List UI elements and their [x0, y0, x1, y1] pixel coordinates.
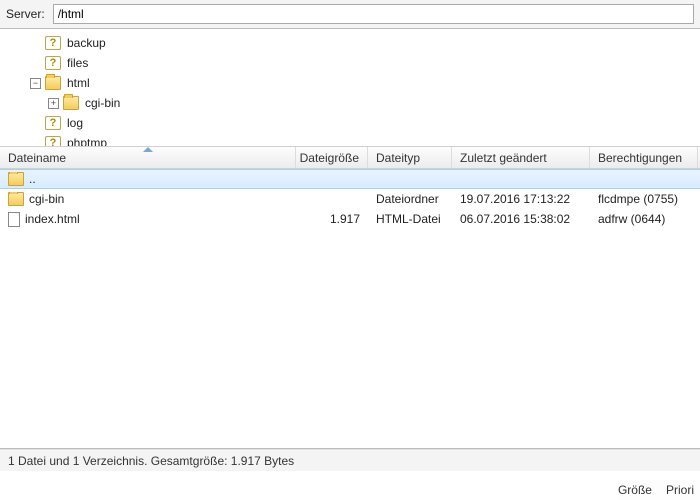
tree-item-label: files — [65, 56, 88, 70]
column-header-type[interactable]: Dateityp — [368, 147, 452, 168]
tree-item-files[interactable]: ? files — [2, 53, 700, 73]
tree-item-label: log — [65, 116, 83, 130]
folder-tree[interactable]: ? backup? files − html + cgi-bin? log? phptmp — [0, 29, 700, 147]
cell-size: 1.917 — [296, 212, 368, 226]
file-list: Dateiname Dateigröße Dateityp Zuletzt ge… — [0, 147, 700, 449]
file-row[interactable]: index.html 1.917HTML-Datei06.07.2016 15:3… — [0, 209, 700, 229]
tree-item-cgi-bin[interactable]: + cgi-bin — [2, 93, 700, 113]
tree-item-label: html — [65, 76, 90, 90]
file-list-header: Dateiname Dateigröße Dateityp Zuletzt ge… — [0, 147, 700, 169]
file-list-body[interactable]: .. cgi-bin Dateiordner19.07.2016 17:13:22f… — [0, 169, 700, 448]
column-header-name[interactable]: Dateiname — [0, 147, 296, 168]
cell-modified: 06.07.2016 15:38:02 — [452, 212, 590, 226]
footer-col-size: Größe — [618, 483, 652, 497]
status-bar: 1 Datei und 1 Verzeichnis. Gesamtgröße: … — [0, 449, 700, 471]
unknown-folder-icon: ? — [45, 56, 61, 70]
cell-perm: adfrw (0644) — [590, 212, 698, 226]
collapse-icon[interactable]: − — [30, 78, 41, 89]
folder-icon — [8, 192, 24, 206]
file-icon — [8, 212, 20, 227]
footer-columns: Größe Priori — [618, 480, 700, 500]
unknown-folder-icon: ? — [45, 116, 61, 130]
tree-item-html[interactable]: − html — [2, 73, 700, 93]
server-path-input[interactable] — [53, 4, 694, 24]
tree-item-label: phptmp — [65, 136, 107, 147]
folder-icon — [45, 76, 61, 90]
column-header-size[interactable]: Dateigröße — [296, 147, 368, 168]
tree-item-log[interactable]: ? log — [2, 113, 700, 133]
file-row[interactable]: .. — [0, 169, 700, 189]
tree-item-label: cgi-bin — [83, 96, 120, 110]
file-name: .. — [29, 172, 36, 186]
tree-item-label: backup — [65, 36, 106, 50]
column-header-modified[interactable]: Zuletzt geändert — [452, 147, 590, 168]
status-text: 1 Datei und 1 Verzeichnis. Gesamtgröße: … — [8, 454, 294, 468]
column-header-permissions[interactable]: Berechtigungen — [590, 147, 698, 168]
folder-icon — [8, 172, 24, 186]
server-label: Server: — [6, 7, 47, 21]
file-name: index.html — [25, 212, 80, 226]
tree-item-phptmp[interactable]: ? phptmp — [2, 133, 700, 147]
cell-perm: flcdmpe (0755) — [590, 192, 698, 206]
unknown-folder-icon: ? — [45, 36, 61, 50]
folder-icon — [63, 96, 79, 110]
cell-type: Dateiordner — [368, 192, 452, 206]
server-bar: Server: — [0, 0, 700, 29]
unknown-folder-icon: ? — [45, 136, 61, 147]
cell-type: HTML-Datei — [368, 212, 452, 226]
file-row[interactable]: cgi-bin Dateiordner19.07.2016 17:13:22flc… — [0, 189, 700, 209]
cell-modified: 19.07.2016 17:13:22 — [452, 192, 590, 206]
expand-icon[interactable]: + — [48, 98, 59, 109]
file-name: cgi-bin — [29, 192, 64, 206]
footer-col-priority: Priori — [666, 483, 694, 497]
tree-item-backup[interactable]: ? backup — [2, 33, 700, 53]
